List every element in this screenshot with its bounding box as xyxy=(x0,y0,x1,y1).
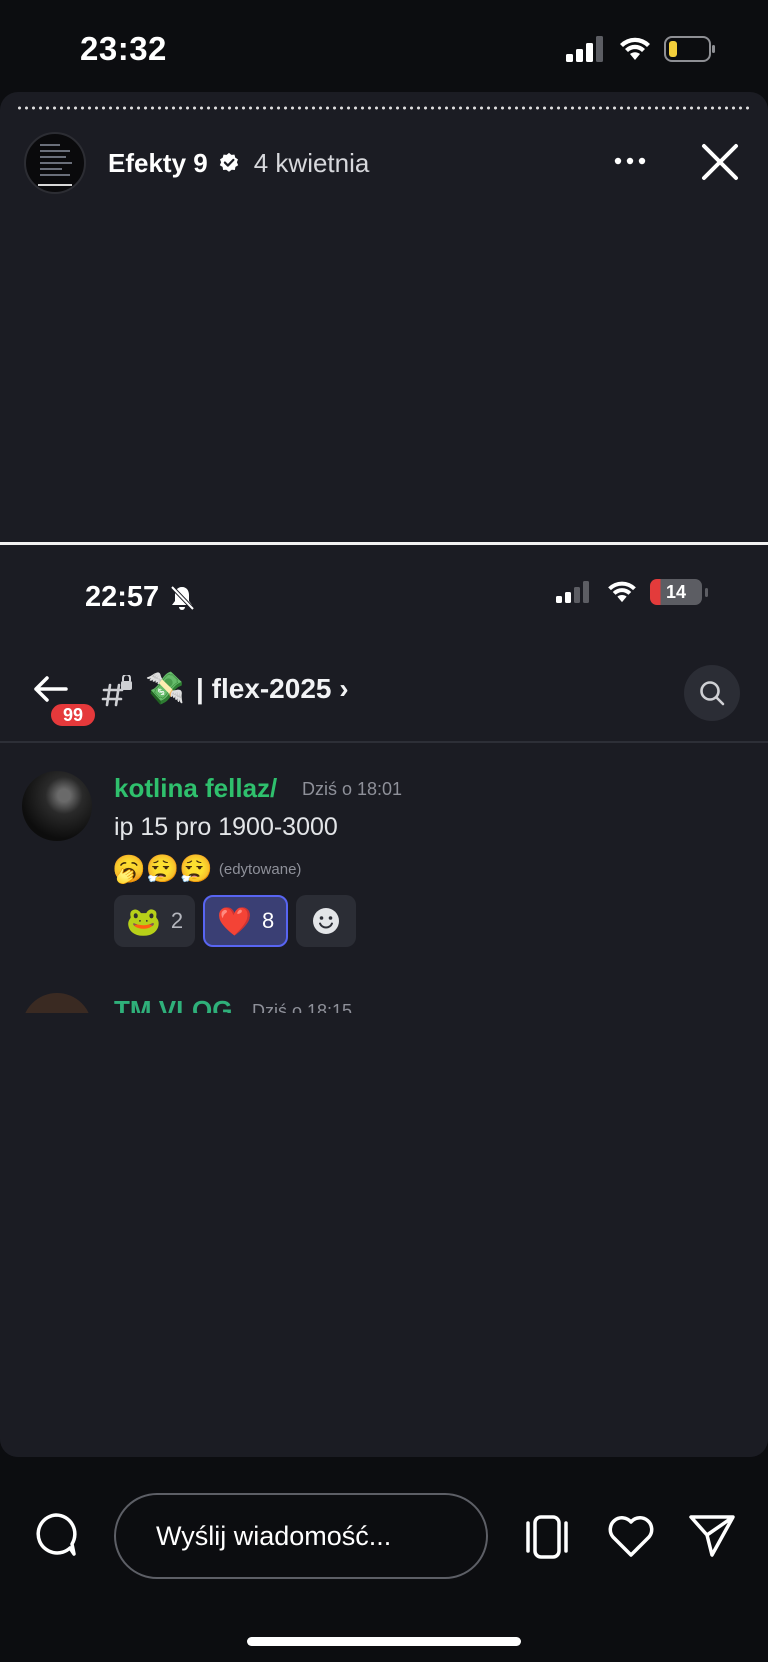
status-bar: 23:32 xyxy=(0,0,768,92)
smiley-icon xyxy=(313,908,340,934)
channel-header: 99 💸 | flex-2025 › xyxy=(0,655,768,743)
message-timestamp: Dziś o 18:01 xyxy=(302,779,403,799)
story-viewer[interactable]: Efekty 9 4 kwietnia 22:57 14 99 💸 | flex… xyxy=(0,92,768,1457)
next-message: TM VLOG Dziś o 18:15 xyxy=(22,993,746,1013)
battery-icon: 14 xyxy=(650,579,708,605)
send-icon[interactable] xyxy=(688,1513,736,1559)
status-icons xyxy=(566,36,716,62)
embedded-screenshot: 22:57 14 99 💸 | flex-2025 › kotlina fell… xyxy=(0,542,768,1457)
story-date: 4 kwietnia xyxy=(253,147,370,178)
wifi-icon xyxy=(608,581,636,603)
emoji-text: 🥱😮‍💨😮‍💨 xyxy=(112,854,213,884)
more-options-icon[interactable] xyxy=(610,146,650,176)
verified-badge-icon xyxy=(219,152,238,172)
story-header: Efekty 9 4 kwietnia xyxy=(24,130,744,196)
close-icon[interactable] xyxy=(696,138,744,186)
heart-icon[interactable] xyxy=(606,1513,656,1559)
frog-emoji: 🐸 xyxy=(126,905,161,937)
search-button[interactable] xyxy=(684,665,740,721)
reaction-heart[interactable]: ❤️ 8 xyxy=(203,895,289,947)
bell-muted-icon xyxy=(170,585,195,610)
locked-channel-icon xyxy=(101,675,132,707)
reply-bar: Wyślij wiadomość... xyxy=(0,1457,768,1662)
reaction-count: 2 xyxy=(170,908,184,933)
channel-emoji: 💸 xyxy=(145,670,185,706)
message-author: TM VLOG xyxy=(114,995,233,1013)
channel-name[interactable]: | flex-2025 › xyxy=(196,673,349,705)
author-avatar xyxy=(22,993,92,1013)
add-reaction-button[interactable] xyxy=(296,895,357,947)
battery-icon xyxy=(664,36,715,62)
message-author[interactable]: kotlina fellaz/ xyxy=(114,773,277,804)
unread-badge: 99 xyxy=(48,701,98,729)
story-account-name[interactable]: Efekty 9 xyxy=(108,148,208,179)
reaction-count: 8 xyxy=(262,908,275,933)
reaction-frog[interactable]: 🐸 2 xyxy=(114,895,196,947)
message-timestamp: Dziś o 18:15 xyxy=(252,1001,353,1013)
home-indicator xyxy=(247,1637,521,1646)
wifi-icon xyxy=(620,37,650,60)
author-avatar[interactable] xyxy=(22,771,92,841)
heart-emoji: ❤️ xyxy=(217,905,252,937)
comment-icon[interactable] xyxy=(32,1511,80,1559)
message-input[interactable]: Wyślij wiadomość... xyxy=(114,1493,488,1579)
message-emojis: 🥱😮‍💨😮‍💨 (edytowane) xyxy=(112,853,301,885)
reactions: 🐸 2 ❤️ 8 xyxy=(114,895,357,947)
search-icon xyxy=(700,681,725,706)
cellular-signal-icon xyxy=(566,36,603,62)
message-text: ip 15 pro 1900-3000 xyxy=(114,813,338,841)
embedded-status-icons: 14 xyxy=(556,579,708,605)
embedded-status-time: 22:57 xyxy=(85,581,195,614)
cellular-signal-icon xyxy=(556,581,589,603)
status-time: 23:32 xyxy=(80,30,167,67)
story-progress-bar xyxy=(16,106,752,110)
story-avatar[interactable] xyxy=(24,132,86,194)
stories-carousel-icon[interactable] xyxy=(522,1515,572,1559)
edited-label: (edytowane) xyxy=(218,860,302,878)
